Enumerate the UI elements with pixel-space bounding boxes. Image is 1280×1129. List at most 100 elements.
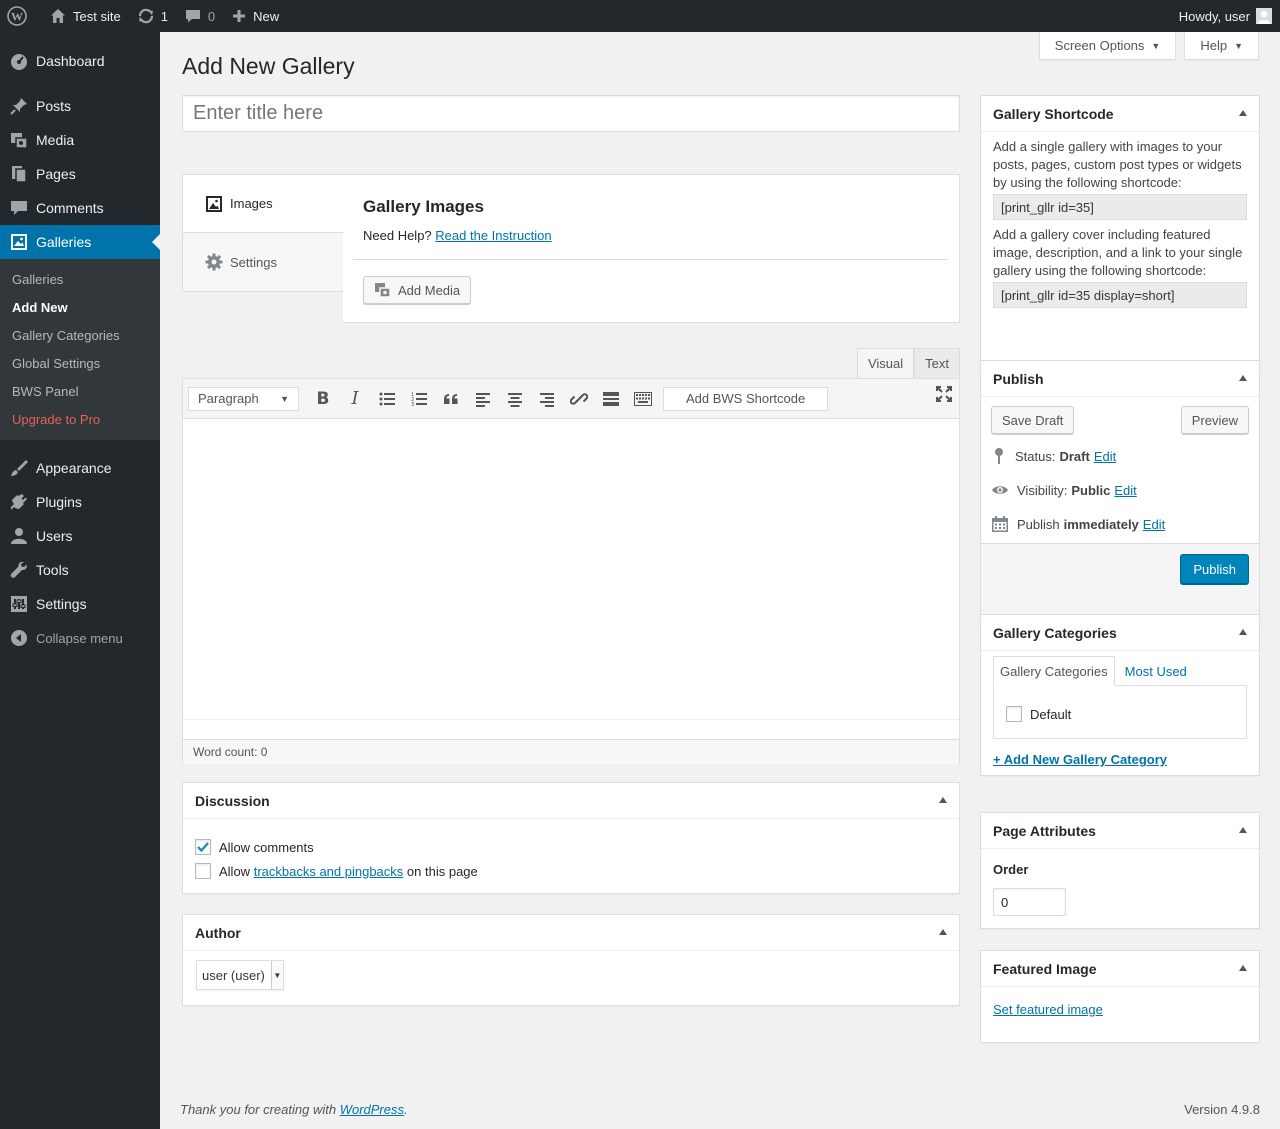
page-title: Add New Gallery <box>182 53 355 79</box>
publish-label: Publish <box>1017 516 1060 532</box>
menu-pages-label: Pages <box>36 166 76 182</box>
submenu-gallery-categories[interactable]: Gallery Categories <box>0 321 160 349</box>
collapse-toggle-icon[interactable] <box>939 797 947 803</box>
collapse-menu-label: Collapse menu <box>36 630 123 646</box>
editor-body[interactable] <box>183 419 959 720</box>
allow-trackbacks-suffix: on this page <box>406 863 478 879</box>
collapse-toggle-icon[interactable] <box>1239 375 1247 381</box>
menu-appearance[interactable]: Appearance <box>0 451 160 485</box>
save-draft-button[interactable]: Save Draft <box>991 406 1075 434</box>
help-button[interactable]: Help ▼ <box>1184 32 1259 60</box>
category-default-row: Default <box>1006 706 1071 722</box>
menu-dashboard[interactable]: Dashboard <box>0 44 160 78</box>
category-default-checkbox[interactable] <box>1006 706 1022 722</box>
bold-button[interactable]: B <box>307 384 339 414</box>
featured-image-title: Featured Image <box>993 960 1097 977</box>
order-input[interactable]: 0 <box>993 888 1066 916</box>
insert-link-button[interactable] <box>563 384 595 414</box>
shortcode-field-1[interactable]: [print_gllr id=35] <box>993 194 1247 220</box>
category-default-label: Default <box>1030 706 1072 722</box>
tab-visual[interactable]: Visual <box>856 348 915 378</box>
gallery-images-box: Images Settings Gallery Images Need Help… <box>182 174 960 323</box>
collapse-toggle-icon[interactable] <box>1239 965 1247 971</box>
screen-options-button[interactable]: Screen Options ▼ <box>1038 32 1177 60</box>
bullet-list-button[interactable] <box>371 384 403 414</box>
pages-icon <box>9 164 29 184</box>
author-select[interactable]: user (user) ▼ <box>196 960 284 990</box>
preview-button[interactable]: Preview <box>1180 406 1249 434</box>
comments-icon <box>9 198 29 218</box>
edit-publish-date-link[interactable]: Edit <box>1143 517 1165 532</box>
page-attributes-header[interactable]: Page Attributes <box>981 813 1259 849</box>
format-select[interactable]: Paragraph ▼ <box>188 386 299 411</box>
wordpress-link[interactable]: WordPress <box>340 1102 404 1117</box>
read-more-button[interactable] <box>595 384 627 414</box>
submenu-upgrade-to-pro[interactable]: Upgrade to Pro <box>0 405 160 433</box>
align-right-button[interactable] <box>531 384 563 414</box>
menu-comments[interactable]: Comments <box>0 191 160 225</box>
menu-pages[interactable]: Pages <box>0 157 160 191</box>
menu-galleries[interactable]: Galleries <box>0 225 160 259</box>
toolbar-toggle-button[interactable] <box>627 384 659 414</box>
publish-header[interactable]: Publish <box>981 361 1259 397</box>
allow-trackbacks-checkbox[interactable] <box>195 863 211 879</box>
edit-status-link[interactable]: Edit <box>1094 449 1116 464</box>
tab-most-used[interactable]: Most Used <box>1115 656 1193 686</box>
menu-media[interactable]: Media <box>0 123 160 157</box>
tab-all-categories[interactable]: Gallery Categories <box>993 656 1115 686</box>
submenu-bws-panel[interactable]: BWS Panel <box>0 377 160 405</box>
featured-image-header[interactable]: Featured Image <box>981 951 1259 987</box>
tab-text[interactable]: Text <box>914 348 960 378</box>
editor-mode-tabs: Visual Text <box>856 348 960 378</box>
collapse-toggle-icon[interactable] <box>1239 110 1247 116</box>
gallery-shortcode-header[interactable]: Gallery Shortcode <box>981 96 1259 132</box>
updates-link[interactable]: 1 <box>129 0 176 32</box>
set-featured-image-link[interactable]: Set featured image <box>993 1002 1103 1017</box>
align-center-button[interactable] <box>499 384 531 414</box>
add-media-button[interactable]: Add Media <box>363 276 472 304</box>
collapse-toggle-icon[interactable] <box>939 929 947 935</box>
category-list: Default <box>993 685 1247 739</box>
new-content-link[interactable]: New <box>223 0 287 32</box>
menu-posts[interactable]: Posts <box>0 89 160 123</box>
fullscreen-button[interactable] <box>935 385 953 403</box>
trackbacks-pingbacks-link[interactable]: trackbacks and pingbacks <box>254 864 404 879</box>
tab-settings[interactable]: Settings <box>182 233 344 292</box>
collapse-menu-button[interactable]: Collapse menu <box>0 621 160 655</box>
collapse-toggle-icon[interactable] <box>1239 629 1247 635</box>
tab-images[interactable]: Images <box>182 174 344 233</box>
account-menu[interactable]: Howdy, user <box>1179 8 1280 24</box>
submenu-galleries[interactable]: Galleries <box>0 265 160 293</box>
title-input[interactable]: Enter title here <box>182 95 960 132</box>
italic-button[interactable]: I <box>339 384 371 414</box>
home-icon <box>51 9 65 23</box>
numbered-list-button[interactable]: 123 <box>403 384 435 414</box>
read-instruction-link[interactable]: Read the Instruction <box>435 228 551 243</box>
submenu-add-new[interactable]: Add New <box>0 293 160 321</box>
plugin-icon <box>9 492 29 512</box>
add-bws-shortcode-button[interactable]: Add BWS Shortcode <box>663 386 829 411</box>
calendar-icon <box>992 516 1008 532</box>
allow-trackbacks-row: Allow trackbacks and pingbacks on this p… <box>195 863 478 879</box>
blockquote-button[interactable] <box>435 384 467 414</box>
allow-comments-label: Allow comments <box>219 839 314 855</box>
collapse-toggle-icon[interactable] <box>1239 827 1247 833</box>
wordpress-logo-button[interactable]: W <box>0 0 41 32</box>
menu-settings[interactable]: Settings <box>0 587 160 621</box>
author-header[interactable]: Author <box>183 915 959 951</box>
align-left-button[interactable] <box>467 384 499 414</box>
discussion-header[interactable]: Discussion <box>183 783 959 819</box>
shortcode-field-2[interactable]: [print_gllr id=35 display=short] <box>993 282 1247 308</box>
add-new-category-link[interactable]: + Add New Gallery Category <box>993 752 1167 767</box>
comments-link[interactable]: 0 <box>176 0 223 32</box>
submenu-global-settings[interactable]: Global Settings <box>0 349 160 377</box>
menu-tools[interactable]: Tools <box>0 553 160 587</box>
edit-visibility-link[interactable]: Edit <box>1114 483 1136 498</box>
site-name-link[interactable]: Test site <box>41 0 129 32</box>
allow-comments-checkbox[interactable] <box>195 839 211 855</box>
menu-plugins[interactable]: Plugins <box>0 485 160 519</box>
menu-users[interactable]: Users <box>0 519 160 553</box>
quote-icon <box>444 393 458 404</box>
gallery-categories-header[interactable]: Gallery Categories <box>981 615 1259 651</box>
publish-button[interactable]: Publish <box>1180 554 1249 584</box>
